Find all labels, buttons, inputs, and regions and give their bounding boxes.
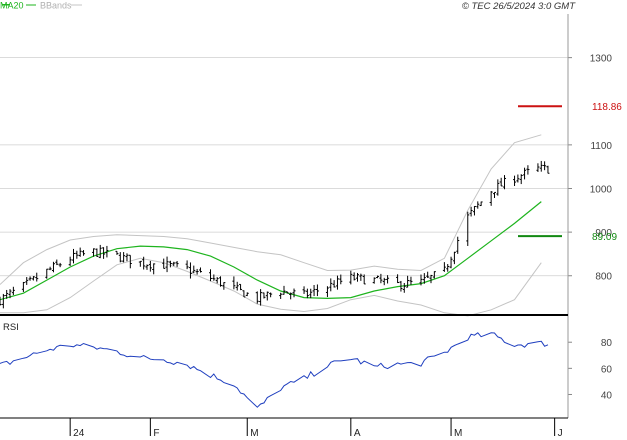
rsi-line [0,332,549,408]
resistance-label: 118.86 [592,102,622,113]
time-tick-label: A [354,428,361,439]
rsi-tick-label: 40 [601,390,613,401]
price-series [0,134,550,317]
price-gridlines [0,57,568,277]
ma20-legend-label: MA20 [0,1,24,11]
rsi-panel-title: RSI [3,322,19,333]
rsi-axis: 80 60 40 [568,338,612,401]
price-tick-label: 800 [595,272,612,283]
time-tick-label: M [454,428,462,439]
time-tick-label: J [558,428,563,439]
rsi-tick-label: 80 [601,338,613,349]
price-axis: 130011001000900800 [568,54,612,283]
ma20-line [0,201,542,301]
support-label: 89.09 [592,232,617,243]
time-tick-label: M [250,428,258,439]
rsi-tick-label: 60 [601,364,613,375]
price-tick-label: 1100 [590,141,612,152]
price-tick-label: 1000 [590,184,613,195]
chart-canvas: 130011001000900800 806040 24 F M A M J 118.86… [0,1,622,439]
price-tick-label: 1300 [590,54,613,65]
price-levels: 118.86 89.09 [518,102,622,243]
bbands-legend-label: BBands [40,1,72,11]
rsi-series [0,332,549,408]
time-tick-label: F [153,428,159,439]
time-axis: 24 F M A M J [69,418,563,439]
time-tick-label: 24 [73,428,85,439]
bbands-lower-line [0,257,542,317]
copyright-notice: © TEC 26/5/2024 3:0 GMT [462,1,576,12]
